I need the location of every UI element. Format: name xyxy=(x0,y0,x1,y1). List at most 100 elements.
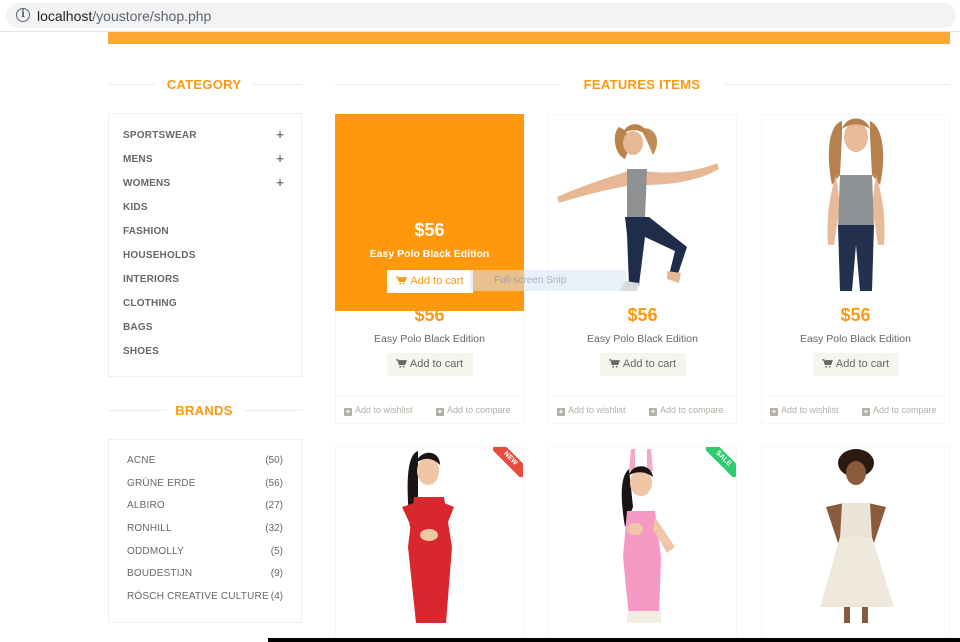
divider xyxy=(108,84,156,85)
category-label: SPORTSWEAR xyxy=(123,130,197,141)
category-item-bags[interactable]: BAGS xyxy=(123,322,153,333)
product-card[interactable]: SALE xyxy=(548,446,737,642)
brand-name: ALBIRO xyxy=(127,500,165,511)
brand-count: (32) xyxy=(265,523,283,534)
category-label: WOMENS xyxy=(123,178,171,189)
info-icon[interactable]: i xyxy=(16,8,30,22)
plus-square-icon: + xyxy=(557,407,565,416)
browser-address-bar: i localhost/youstore/shop.php xyxy=(0,0,960,32)
brand-count: (50) xyxy=(265,455,283,466)
product-price: $56 xyxy=(627,305,658,325)
brands-title: BRANDS xyxy=(175,403,233,418)
plus-icon[interactable]: + xyxy=(276,176,284,189)
brand-count: (4) xyxy=(270,591,283,602)
overlay-product-name: Easy Polo Black Edition xyxy=(369,248,490,260)
product-card[interactable]: $56 Easy Polo Black Edition Add to cart … xyxy=(548,114,737,424)
standing-model-image xyxy=(827,118,885,291)
add-to-cart-button[interactable]: Add to cart xyxy=(386,353,473,376)
url-path: /youstore/shop.php xyxy=(92,8,212,24)
add-to-cart-label: Add to cart xyxy=(622,358,677,370)
compare-label: Add to compare xyxy=(873,405,937,415)
category-item-mens[interactable]: MENS + xyxy=(123,152,288,165)
overlay-cart-label: Add to cart xyxy=(410,275,464,287)
plus-square-icon: + xyxy=(649,407,657,416)
product-price: $56 xyxy=(840,305,871,325)
add-to-compare-link[interactable]: + Add to compare xyxy=(649,405,724,416)
header-accent-bar xyxy=(108,32,950,44)
plus-square-icon: + xyxy=(770,407,778,416)
brand-name: ACNE xyxy=(127,455,156,466)
brand-name: RÖSCH CREATIVE CULTURE xyxy=(127,591,269,602)
brand-count: (27) xyxy=(265,500,283,511)
add-to-compare-link[interactable]: + Add to compare xyxy=(862,405,937,416)
category-item-interiors[interactable]: INTERIORS xyxy=(123,274,179,285)
product-name[interactable]: Easy Polo Black Edition xyxy=(762,333,949,345)
product-actions: + Add to wishlist + Add to compare xyxy=(336,395,523,423)
wishlist-label: Add to wishlist xyxy=(781,405,839,415)
divider xyxy=(252,84,302,85)
brand-count: (9) xyxy=(270,568,283,579)
product-image[interactable] xyxy=(762,447,949,623)
product-card[interactable]: NEW xyxy=(335,446,524,642)
category-title: CATEGORY xyxy=(166,77,242,92)
add-to-compare-link[interactable]: + Add to compare xyxy=(436,405,511,416)
category-list: SPORTSWEAR + MENS + WOMENS + KIDS FASHION H… xyxy=(108,113,302,377)
category-item-clothing[interactable]: CLOTHING xyxy=(123,298,177,309)
product-actions: + Add to wishlist + Add to compare xyxy=(549,395,736,423)
overlay-price: $56 xyxy=(414,220,445,240)
brands-list: ACNE (50) GRÜNE ERDE (56) ALBIRO (27) RONHI… xyxy=(108,439,302,623)
cart-icon xyxy=(608,359,620,368)
product-card[interactable]: $56 Easy Polo Black Edition Add to cart … xyxy=(761,114,950,424)
add-to-wishlist-link[interactable]: + Add to wishlist xyxy=(344,405,413,416)
product-name[interactable]: Easy Polo Black Edition xyxy=(336,333,523,345)
taskbar-edge xyxy=(268,638,960,642)
product-actions: + Add to wishlist + Add to compare xyxy=(762,395,949,423)
product-image[interactable] xyxy=(762,115,949,291)
category-item-fashion[interactable]: FASHION xyxy=(123,226,169,237)
plus-square-icon: + xyxy=(862,407,870,416)
category-item-kids[interactable]: KIDS xyxy=(123,202,148,213)
plus-square-icon: + xyxy=(344,407,352,416)
cart-icon xyxy=(821,359,833,368)
features-title: FEATURES ITEMS xyxy=(583,77,701,92)
cart-icon xyxy=(395,359,407,368)
wishlist-label: Add to wishlist xyxy=(355,405,413,415)
divider xyxy=(724,84,950,85)
compare-label: Add to compare xyxy=(447,405,511,415)
product-name[interactable]: Easy Polo Black Edition xyxy=(549,333,736,345)
add-to-cart-button[interactable]: Add to cart xyxy=(599,353,686,376)
divider xyxy=(335,84,560,85)
add-to-wishlist-link[interactable]: + Add to wishlist xyxy=(770,405,839,416)
divider xyxy=(108,410,166,411)
category-label: MENS xyxy=(123,154,153,165)
plus-icon[interactable]: + xyxy=(276,128,284,141)
add-to-cart-button[interactable]: Add to cart xyxy=(812,353,899,376)
category-item-womens[interactable]: WOMENS + xyxy=(123,176,288,189)
overlay-add-to-cart-button[interactable]: Add to cart xyxy=(387,270,473,293)
sale-ribbon: SALE xyxy=(706,447,736,477)
cart-icon xyxy=(396,276,408,285)
category-item-sportswear[interactable]: SPORTSWEAR + xyxy=(123,128,288,141)
brand-name: BOUDESTIJN xyxy=(127,568,193,579)
brand-count: (5) xyxy=(270,546,283,557)
category-item-households[interactable]: HOUSEHOLDS xyxy=(123,250,196,261)
add-to-cart-label: Add to cart xyxy=(409,358,464,370)
brand-name: GRÜNE ERDE xyxy=(127,478,196,489)
brand-name: RONHILL xyxy=(127,523,172,534)
new-ribbon-label: NEW xyxy=(493,447,523,477)
divider xyxy=(244,410,302,411)
category-item-shoes[interactable]: SHOES xyxy=(123,346,159,357)
add-to-cart-label: Add to cart xyxy=(835,358,890,370)
white-dress-model-image xyxy=(820,449,894,623)
product-image[interactable] xyxy=(549,115,736,291)
plus-icon[interactable]: + xyxy=(276,152,284,165)
compare-label: Add to compare xyxy=(660,405,724,415)
brand-count: (56) xyxy=(265,478,283,489)
url-field[interactable]: i localhost/youstore/shop.php xyxy=(6,3,956,28)
new-ribbon: NEW xyxy=(493,447,523,477)
product-card[interactable] xyxy=(761,446,950,642)
add-to-wishlist-link[interactable]: + Add to wishlist xyxy=(557,405,626,416)
url-host: localhost xyxy=(37,8,93,24)
brand-name: ODDMOLLY xyxy=(127,546,184,557)
url-text[interactable]: localhost/youstore/shop.php xyxy=(37,8,211,24)
